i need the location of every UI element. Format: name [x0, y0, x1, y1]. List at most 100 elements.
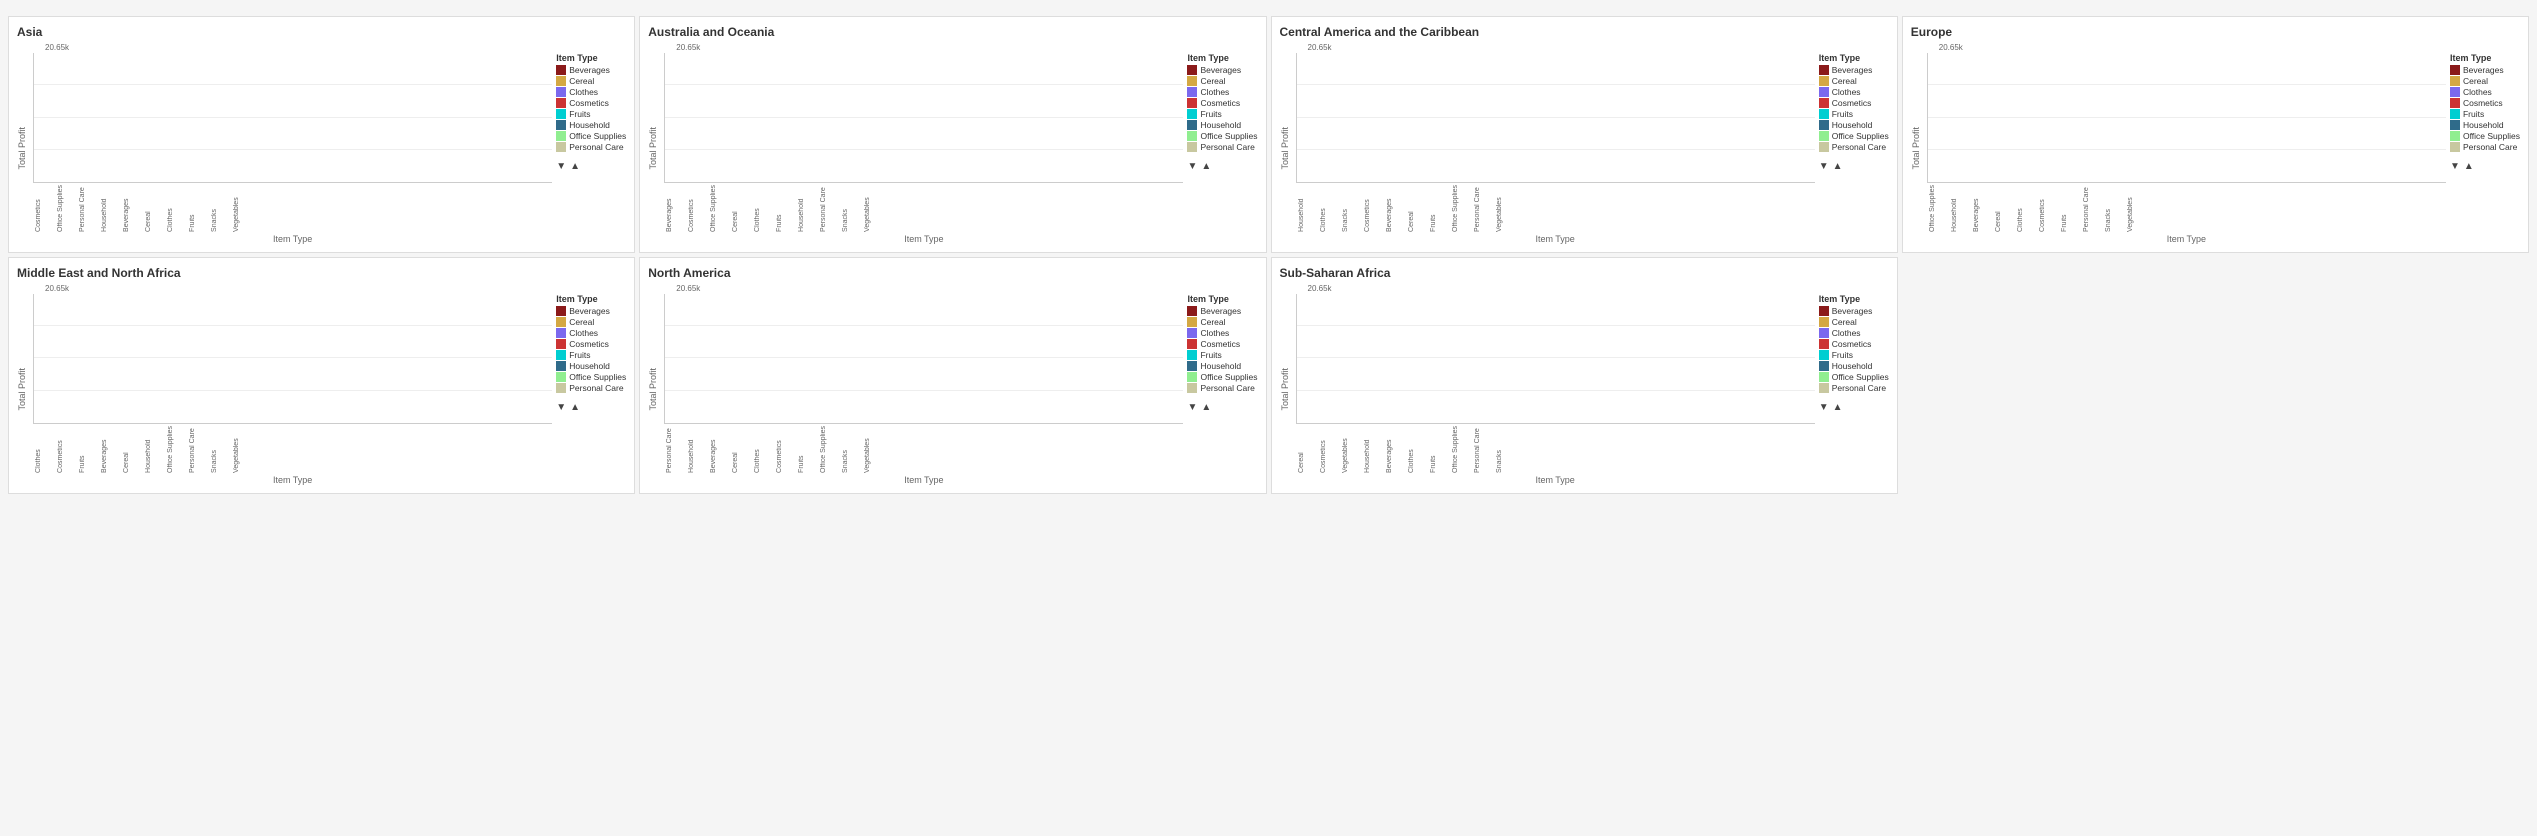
- x-label: Household: [1364, 426, 1384, 473]
- sort-descending-button[interactable]: ▼: [556, 402, 566, 413]
- legend-color-swatch: [1187, 306, 1197, 316]
- chart-content: CosmeticsOffice SuppliesPersonal CareHou…: [33, 53, 552, 244]
- legend-color-swatch: [1819, 131, 1829, 141]
- legend-item: Cereal: [1187, 76, 1257, 86]
- legend-color-swatch: [1187, 87, 1197, 97]
- sort-ascending-button[interactable]: ▲: [570, 402, 580, 413]
- sort-buttons: ▼▲: [1187, 161, 1211, 172]
- x-label: Cosmetics: [35, 185, 55, 232]
- y-axis-label: Total Profit: [648, 127, 658, 170]
- legend-color-swatch: [1819, 361, 1829, 371]
- sort-descending-button[interactable]: ▼: [2450, 161, 2460, 172]
- x-axis-labels: CerealCosmeticsVegetablesHouseholdBevera…: [1296, 426, 1815, 473]
- legend-color-swatch: [556, 120, 566, 130]
- x-label: Cosmetics: [57, 426, 77, 473]
- y-axis-max-label: 20.65k: [1308, 284, 1889, 293]
- sort-ascending-button[interactable]: ▲: [1833, 402, 1843, 413]
- legend-color-swatch: [1819, 339, 1829, 349]
- sort-ascending-button[interactable]: ▲: [1833, 161, 1843, 172]
- legend-item: Clothes: [1187, 328, 1257, 338]
- y-axis-label: Total Profit: [17, 368, 27, 411]
- sort-descending-button[interactable]: ▼: [556, 161, 566, 172]
- x-label: Office Supplies: [1452, 426, 1472, 473]
- legend-item-label: Beverages: [1200, 306, 1241, 316]
- x-label: Beverages: [710, 426, 730, 473]
- legend-item-label: Fruits: [569, 350, 590, 360]
- chart-area: Total Profit CerealCosmeticsVegetablesHou…: [1280, 294, 1889, 485]
- legend-item-label: Cosmetics: [2463, 98, 2503, 108]
- sort-descending-button[interactable]: ▼: [1187, 161, 1197, 172]
- x-label: Beverages: [1386, 185, 1406, 232]
- x-label: Fruits: [776, 185, 796, 232]
- y-axis-max-label: 20.65k: [45, 43, 626, 52]
- sort-descending-button[interactable]: ▼: [1819, 161, 1829, 172]
- legend-item-label: Cereal: [1832, 317, 1857, 327]
- legend-item-label: Cereal: [1200, 76, 1225, 86]
- x-label: Vegetables: [1496, 185, 1516, 232]
- x-label: Household: [688, 426, 708, 473]
- legend-item-label: Cereal: [569, 317, 594, 327]
- legend-color-swatch: [1819, 76, 1829, 86]
- chart-area: Total ProfitCosmeticsOffice SuppliesPers…: [17, 53, 626, 244]
- legend-title: Item Type: [1819, 294, 1889, 304]
- x-label: Beverages: [1973, 185, 1993, 232]
- chart-panel: Australia and Oceania20.65kTotal ProfitB…: [639, 16, 1266, 253]
- sort-descending-button[interactable]: ▼: [1187, 402, 1197, 413]
- legend-item: Personal Care: [2450, 142, 2520, 152]
- x-axis-labels: Office SuppliesHouseholdBeveragesCerealC…: [1927, 185, 2446, 232]
- legend-title: Item Type: [1819, 53, 1889, 63]
- x-axis-title: Item Type: [33, 475, 552, 485]
- legend-item: Cereal: [556, 76, 626, 86]
- legend-item-label: Office Supplies: [1832, 131, 1889, 141]
- legend-item-label: Cosmetics: [1200, 339, 1240, 349]
- sort-buttons: ▼▲: [1819, 161, 1843, 172]
- legend-item: Office Supplies: [1187, 131, 1257, 141]
- legend-wrapper: Item TypeBeveragesCerealClothesCosmetics…: [1819, 53, 1889, 172]
- legend-item-label: Beverages: [1832, 306, 1873, 316]
- legend-item: Clothes: [1819, 87, 1889, 97]
- legend-item: Cosmetics: [1819, 98, 1889, 108]
- chart-content: HouseholdClothesSnacksCosmeticsBeverages…: [1296, 53, 1815, 244]
- bars-container: [33, 53, 552, 183]
- legend-color-swatch: [556, 317, 566, 327]
- legend-color-swatch: [556, 306, 566, 316]
- x-label: Office Supplies: [1929, 185, 1949, 232]
- legend-item-label: Cosmetics: [1200, 98, 1240, 108]
- legend-item-label: Office Supplies: [569, 131, 626, 141]
- legend-color-swatch: [1187, 142, 1197, 152]
- y-axis-max-label: 20.65k: [1308, 43, 1889, 52]
- charts-grid: Asia20.65kTotal ProfitCosmeticsOffice Su…: [8, 16, 2529, 494]
- sort-ascending-button[interactable]: ▲: [570, 161, 580, 172]
- legend-item: Beverages: [1187, 65, 1257, 75]
- legend-item-label: Beverages: [569, 306, 610, 316]
- x-label: Personal Care: [1474, 426, 1494, 473]
- legend-item-label: Personal Care: [569, 142, 623, 152]
- chart-area: Total ProfitHouseholdClothesSnacksCosmet…: [1280, 53, 1889, 244]
- legend-color-swatch: [556, 142, 566, 152]
- y-axis-label: Total Profit: [17, 127, 27, 170]
- legend-item: Office Supplies: [556, 131, 626, 141]
- chart-panel: Sub-Saharan Africa 20.65k Total Profit Cere…: [1271, 257, 1898, 494]
- sort-descending-button[interactable]: ▼: [1819, 402, 1829, 413]
- y-axis-label: Total Profit: [1280, 368, 1290, 411]
- legend-wrapper: Item TypeBeveragesCerealClothesCosmetics…: [1819, 294, 1889, 413]
- chart-area: Total Profit Beverages Cosmetics Office Sup…: [648, 53, 1257, 244]
- legend-item: Fruits: [1819, 350, 1889, 360]
- legend-item: Cereal: [2450, 76, 2520, 86]
- legend-item: Clothes: [1819, 328, 1889, 338]
- legend-item-label: Household: [1832, 120, 1873, 130]
- legend-item-label: Fruits: [2463, 109, 2484, 119]
- chart-title: Sub-Saharan Africa: [1280, 266, 1889, 280]
- legend-color-swatch: [1187, 109, 1197, 119]
- legend-item-label: Cosmetics: [569, 339, 609, 349]
- x-label: Clothes: [1320, 185, 1340, 232]
- chart-legend: Item TypeBeveragesCerealClothesCosmetics…: [1187, 294, 1257, 394]
- legend-item: Household: [1187, 120, 1257, 130]
- sort-ascending-button[interactable]: ▲: [1201, 161, 1211, 172]
- sort-ascending-button[interactable]: ▲: [2464, 161, 2474, 172]
- legend-item-label: Cereal: [1200, 317, 1225, 327]
- chart-panel: Asia20.65kTotal ProfitCosmeticsOffice Su…: [8, 16, 635, 253]
- chart-legend: Item TypeBeveragesCerealClothesCosmetics…: [1819, 294, 1889, 394]
- sort-ascending-button[interactable]: ▲: [1201, 402, 1211, 413]
- legend-color-swatch: [1819, 87, 1829, 97]
